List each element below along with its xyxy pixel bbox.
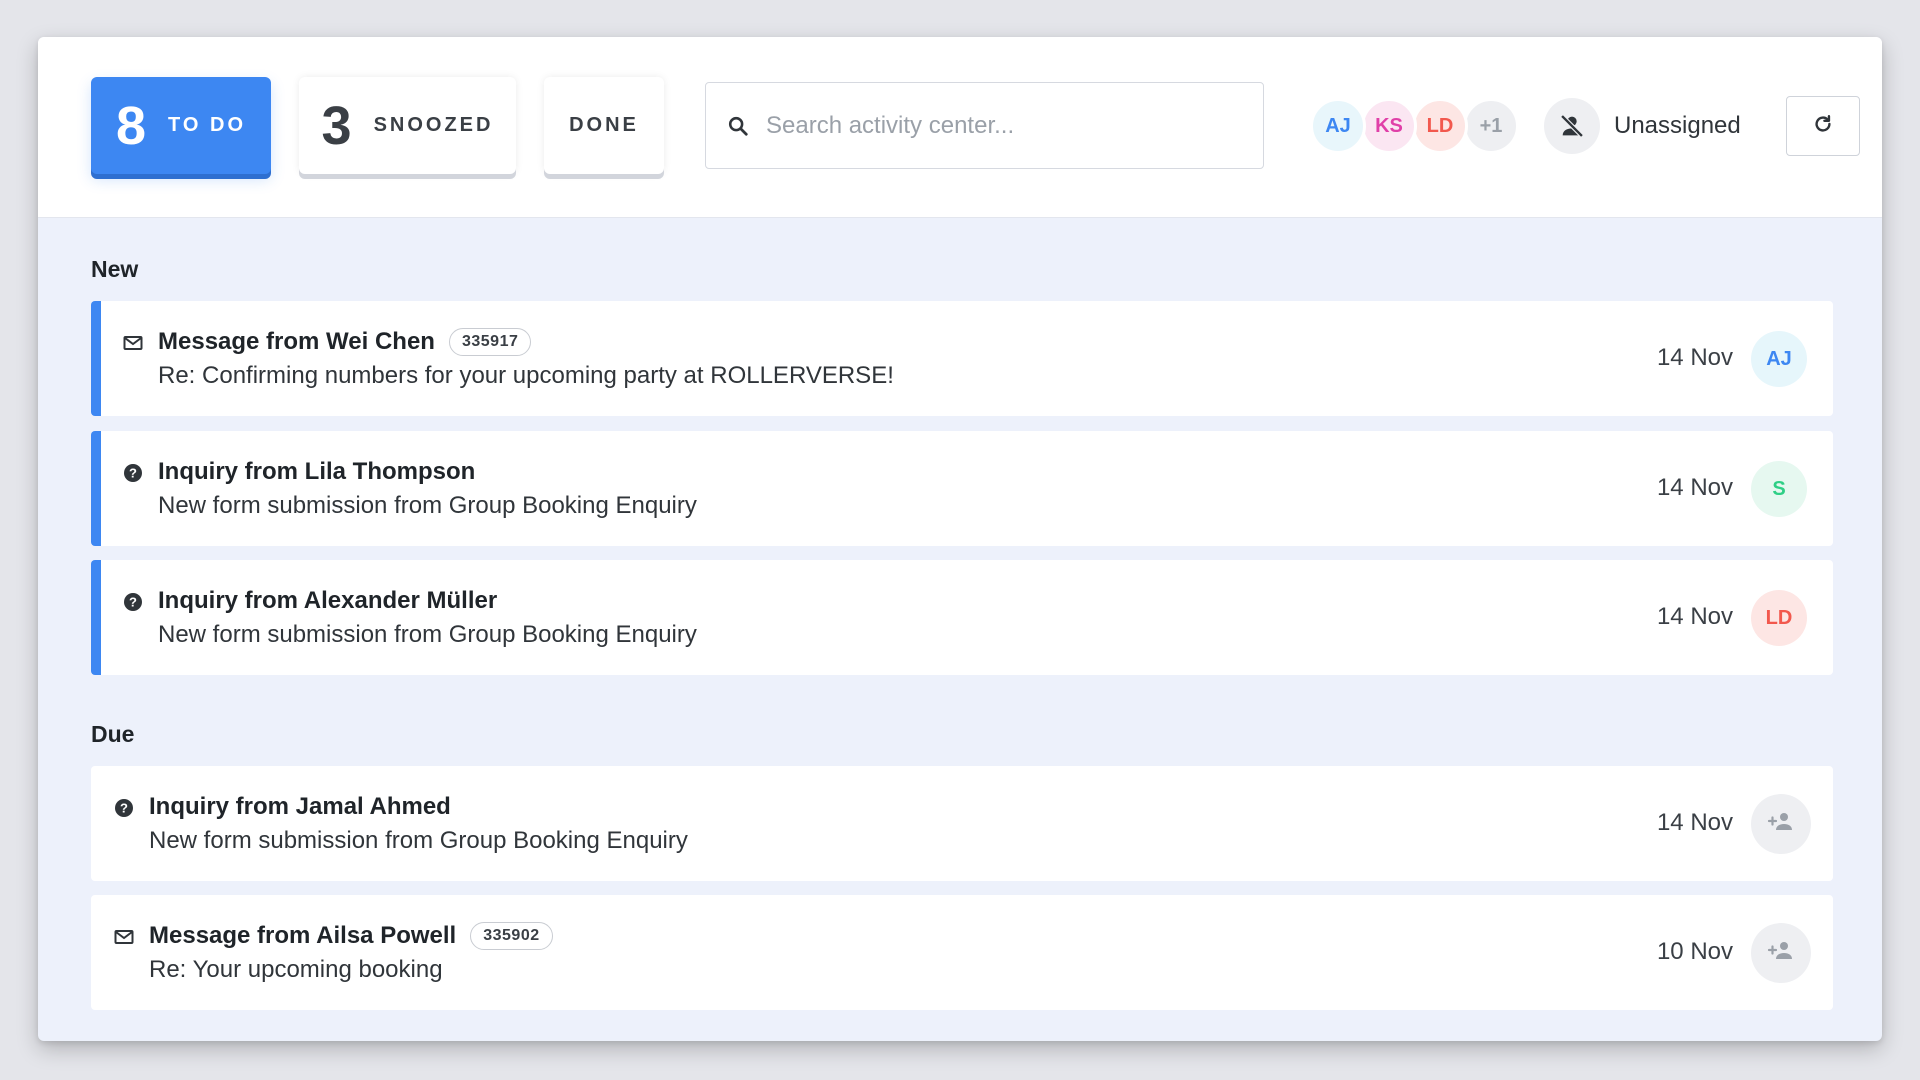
search-box[interactable] [705, 82, 1264, 169]
assignee-avatar[interactable]: AJ [1751, 331, 1807, 387]
section-title-new: New [91, 256, 139, 282]
activity-center-window: 8 TO DO 3 SNOOZED DONE AJ KS LD +1 [38, 37, 1882, 1041]
item-subtitle: New form submission from Group Booking E… [158, 492, 697, 519]
done-label: DONE [569, 114, 639, 136]
item-title: Message from Wei Chen [158, 328, 435, 355]
question-circle-icon: ? [122, 462, 144, 484]
activity-item[interactable]: Message from Wei Chen 335917 Re: Confirm… [91, 301, 1833, 416]
tab-done[interactable]: DONE [544, 77, 664, 174]
assignee-avatar-ks[interactable]: KS [1361, 98, 1417, 154]
todo-count: 8 [115, 95, 147, 156]
item-date: 14 Nov [1656, 809, 1733, 836]
activity-item[interactable]: ? Inquiry from Jamal Ahmed New form subm… [91, 766, 1833, 881]
activity-item[interactable]: Message from Ailsa Powell 335902 Re: You… [91, 895, 1833, 1010]
svg-text:?: ? [129, 466, 137, 481]
assignee-avatar-ld[interactable]: LD [1412, 98, 1468, 154]
activity-item[interactable]: ? Inquiry from Lila Thompson New form su… [91, 431, 1833, 546]
unassigned-filter[interactable]: Unassigned [1544, 98, 1741, 154]
item-title: Inquiry from Lila Thompson [158, 458, 476, 485]
envelope-icon [122, 332, 144, 354]
item-subtitle: New form submission from Group Booking E… [158, 621, 697, 648]
item-subtitle: New form submission from Group Booking E… [149, 827, 688, 854]
search-icon [724, 112, 752, 140]
add-person-icon [1767, 940, 1795, 966]
item-title: Message from Ailsa Powell [149, 922, 457, 949]
snoozed-count: 3 [321, 95, 352, 156]
question-circle-icon: ? [122, 591, 144, 613]
activity-item[interactable]: ? Inquiry from Alexander Müller New form… [91, 560, 1833, 675]
item-date: 14 Nov [1656, 603, 1733, 630]
search-input[interactable] [766, 105, 1246, 146]
reference-badge: 335902 [470, 922, 553, 950]
question-circle-icon: ? [113, 797, 135, 819]
assignee-avatar-more[interactable]: +1 [1463, 98, 1519, 154]
item-date: 14 Nov [1656, 474, 1733, 501]
assignee-avatar-aj[interactable]: AJ [1310, 98, 1366, 154]
assign-button[interactable] [1751, 794, 1811, 854]
item-date: 14 Nov [1656, 344, 1733, 371]
unassigned-label: Unassigned [1614, 112, 1741, 139]
svg-text:?: ? [129, 595, 137, 610]
item-subtitle: Re: Confirming numbers for your upcoming… [158, 362, 894, 389]
item-date: 10 Nov [1656, 938, 1733, 965]
envelope-icon [113, 926, 135, 948]
refresh-button[interactable] [1786, 96, 1860, 156]
tab-snoozed[interactable]: 3 SNOOZED [299, 77, 516, 174]
svg-text:?: ? [120, 801, 128, 816]
refresh-icon [1812, 113, 1834, 140]
assignee-avatar[interactable]: LD [1751, 590, 1807, 646]
assignee-avatar[interactable]: S [1751, 461, 1807, 517]
header-bar: 8 TO DO 3 SNOOZED DONE AJ KS LD +1 [38, 37, 1882, 218]
tab-todo[interactable]: 8 TO DO [91, 77, 271, 174]
todo-label: TO DO [168, 114, 246, 136]
item-title: Inquiry from Jamal Ahmed [149, 793, 451, 820]
item-subtitle: Re: Your upcoming booking [149, 956, 443, 983]
add-person-icon [1767, 811, 1795, 837]
item-title: Inquiry from Alexander Müller [158, 587, 498, 614]
person-off-icon [1544, 98, 1600, 154]
reference-badge: 335917 [448, 328, 532, 356]
assign-button[interactable] [1751, 923, 1811, 983]
section-title-due: Due [91, 721, 135, 747]
snoozed-label: SNOOZED [373, 114, 494, 136]
